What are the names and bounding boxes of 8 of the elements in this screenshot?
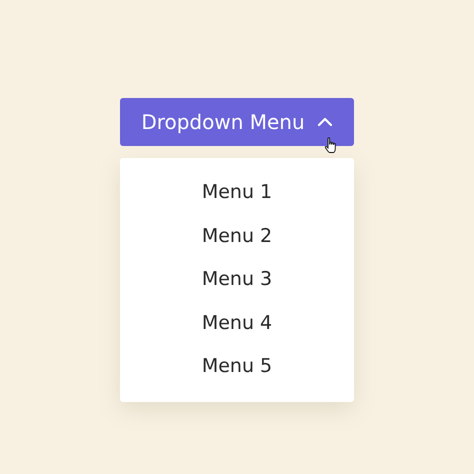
menu-item[interactable]: Menu 4 — [120, 302, 354, 345]
menu-item[interactable]: Menu 1 — [120, 171, 354, 214]
menu-item[interactable]: Menu 3 — [120, 258, 354, 302]
menu-item[interactable]: Menu 2 — [120, 214, 354, 258]
hand-cursor-icon — [324, 137, 338, 154]
menu-item[interactable]: Menu 5 — [120, 345, 354, 388]
dropdown-button[interactable]: Dropdown Menu — [120, 98, 354, 146]
caret-icon — [316, 117, 333, 127]
